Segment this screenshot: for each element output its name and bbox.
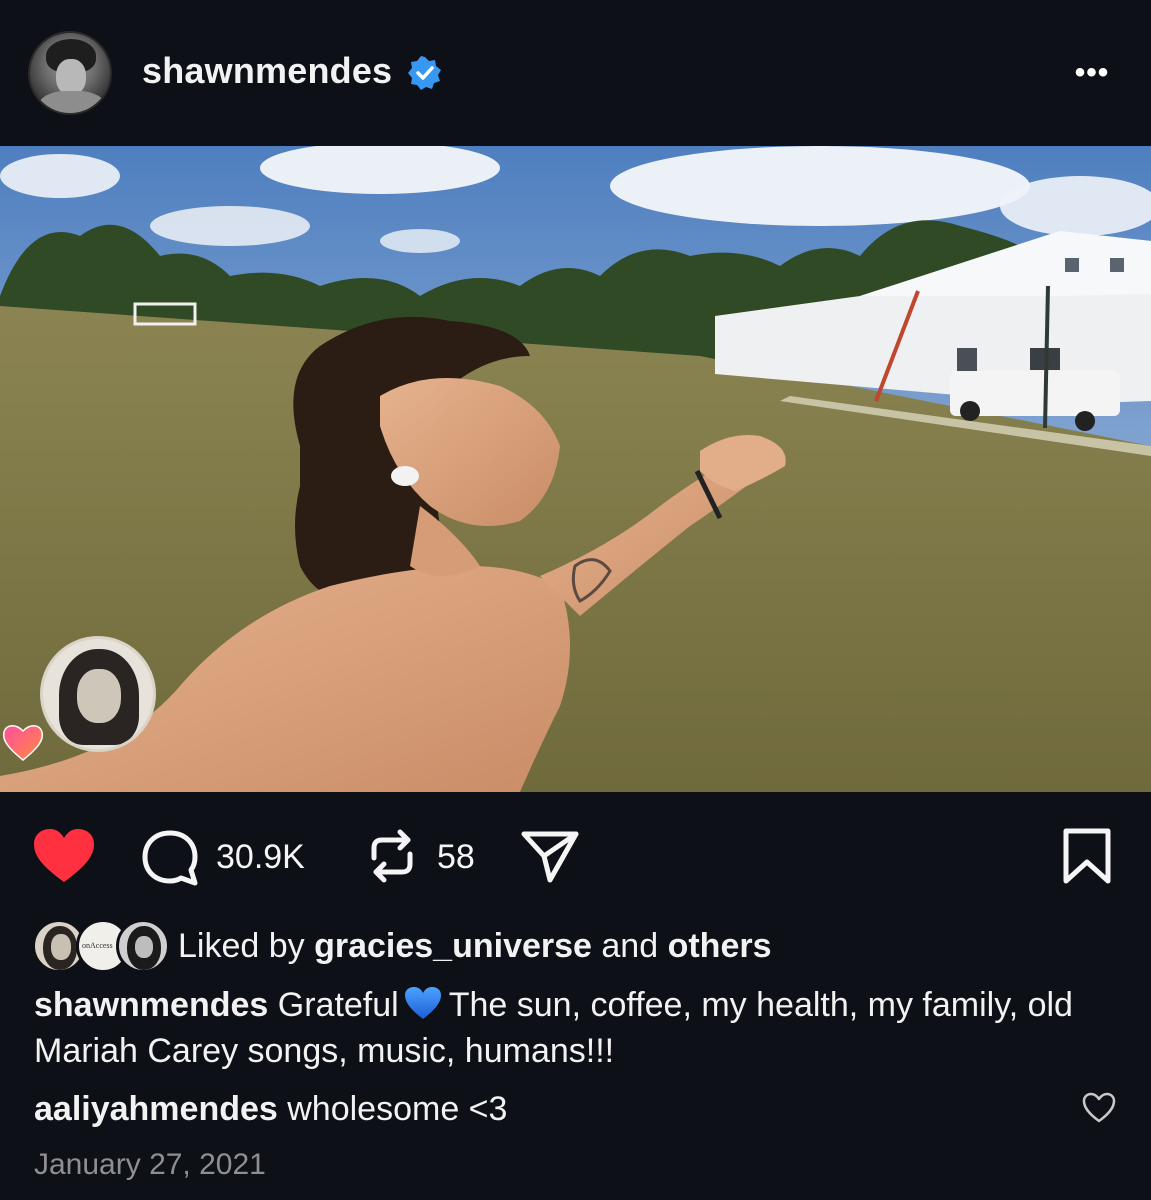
comment-count[interactable]: 30.9K bbox=[216, 838, 305, 877]
comment-username[interactable]: aaliyahmendes bbox=[34, 1090, 278, 1128]
author-avatar[interactable] bbox=[28, 31, 112, 115]
action-bar: 30.9K 58 bbox=[0, 792, 1151, 922]
post-date: January 27, 2021 bbox=[34, 1148, 266, 1181]
liker-avatar-text: onAccess bbox=[82, 941, 113, 950]
post-photo[interactable] bbox=[0, 146, 1151, 792]
heart-filled-icon[interactable] bbox=[32, 828, 96, 884]
liker-avatar bbox=[116, 919, 170, 973]
caption-text-before: Grateful bbox=[277, 986, 399, 1024]
author-username[interactable]: shawnmendes bbox=[142, 50, 392, 92]
story-reaction-avatar[interactable] bbox=[40, 636, 156, 752]
caption-username[interactable]: shawnmendes bbox=[34, 986, 268, 1024]
heart-outline-icon[interactable] bbox=[1082, 1092, 1116, 1124]
liked-by-others-link[interactable]: others bbox=[668, 927, 772, 965]
liked-by-prefix: Liked by bbox=[178, 927, 305, 965]
post-header: shawnmendes ••• bbox=[0, 0, 1151, 146]
send-icon[interactable] bbox=[520, 826, 580, 886]
post-caption: shawnmendes Grateful The sun, coffee, my… bbox=[34, 982, 1124, 1074]
comment-row: aaliyahmendes wholesome <3 bbox=[34, 1090, 507, 1129]
liked-by-text: Liked by gracies_universe and others bbox=[178, 927, 772, 966]
more-options-button[interactable]: ••• bbox=[1068, 58, 1116, 88]
comment-text: wholesome <3 bbox=[287, 1090, 508, 1128]
repost-count[interactable]: 58 bbox=[437, 838, 475, 877]
blue-heart-icon bbox=[404, 987, 441, 1019]
bookmark-icon[interactable] bbox=[1060, 826, 1114, 886]
liked-by-avatars[interactable]: onAccess bbox=[32, 919, 172, 975]
liked-by-user-link[interactable]: gracies_universe bbox=[314, 927, 592, 965]
verified-badge-icon bbox=[408, 56, 441, 90]
repost-icon[interactable] bbox=[362, 826, 422, 886]
comment-bubble-icon[interactable] bbox=[140, 828, 200, 888]
liked-by-connector: and bbox=[601, 927, 659, 965]
heart-gradient-icon bbox=[2, 725, 44, 761]
